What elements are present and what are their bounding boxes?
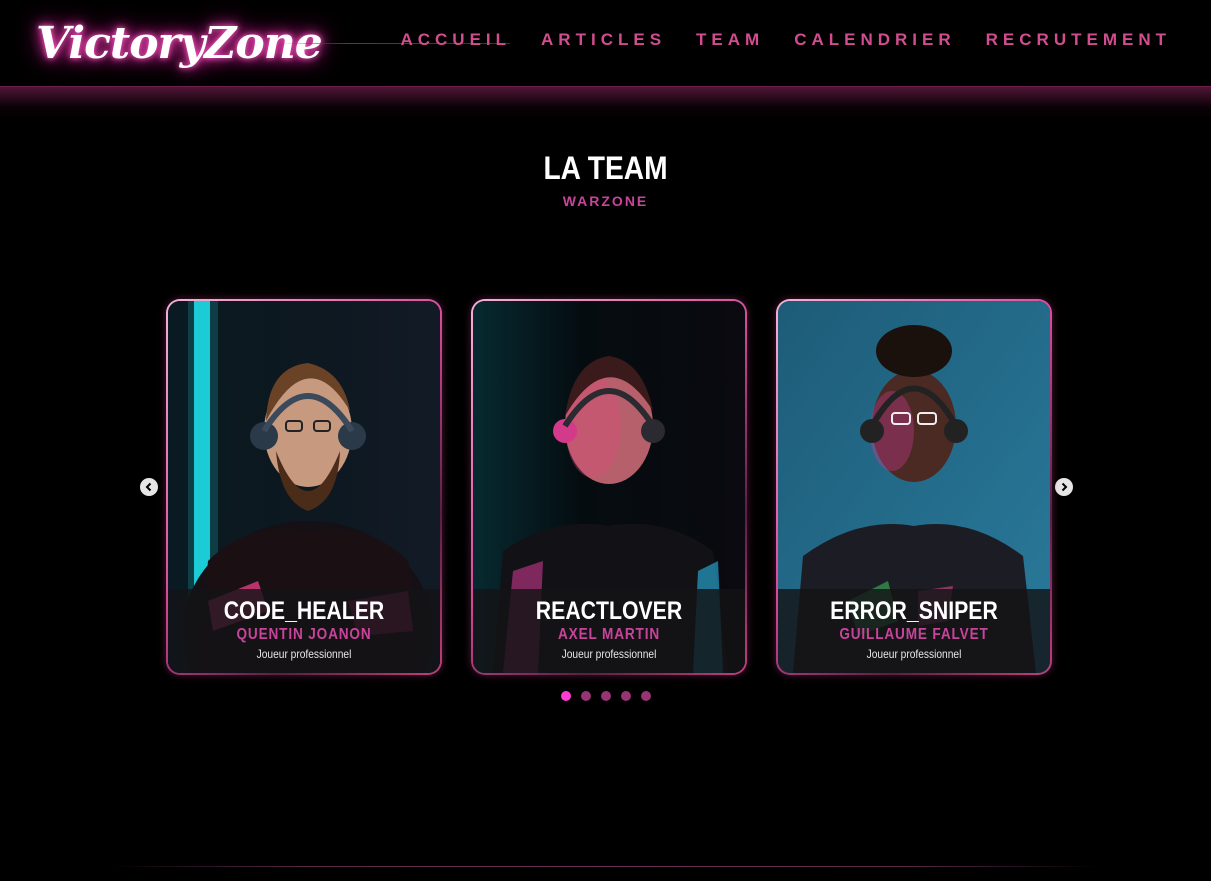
nav-item-calendrier[interactable]: CALENDRIER [794, 30, 955, 50]
pagination-dot[interactable] [560, 691, 571, 701]
player-role: Joueur professionnel [256, 647, 352, 661]
nav-item-recrutement[interactable]: RECRUTEMENT [986, 30, 1171, 50]
main-nav: ACCUEIL ARTICLES TEAM CALENDRIER RECRUTE… [400, 30, 1171, 50]
player-card[interactable]: REACTLOVER AXEL MARTIN Joueur profession… [471, 299, 747, 675]
header-glow [0, 86, 1211, 122]
chevron-left-icon [145, 482, 152, 492]
nav-item-accueil[interactable]: ACCUEIL [400, 30, 511, 50]
player-card[interactable]: CODE_HEALER QUENTIN JOANON Joueur profes… [166, 299, 442, 675]
chevron-right-icon [1061, 482, 1068, 492]
section-title: LA TEAM [543, 150, 668, 186]
player-pseudo: REACTLOVER [535, 597, 683, 625]
footer-divider [110, 866, 1100, 867]
section-subtitle: WARZONE [562, 193, 649, 209]
player-role: Joueur professionnel [866, 647, 962, 661]
logo-text: VictoryZone [36, 17, 323, 69]
nav-item-team[interactable]: TEAM [696, 30, 764, 50]
player-name: AXEL MARTIN [557, 626, 661, 643]
player-pseudo: ERROR_SNIPER [830, 597, 998, 625]
player-caption: ERROR_SNIPER GUILLAUME FALVET Joueur pro… [778, 589, 1050, 673]
player-caption: REACTLOVER AXEL MARTIN Joueur profession… [473, 589, 745, 673]
pagination-dot[interactable] [600, 691, 611, 701]
pagination-dot[interactable] [640, 691, 651, 701]
pagination-dot[interactable] [620, 691, 631, 701]
carousel-pagination [0, 691, 1211, 701]
player-name: GUILLAUME FALVET [839, 626, 989, 643]
player-name: QUENTIN JOANON [236, 626, 372, 643]
pagination-dot[interactable] [580, 691, 591, 701]
player-role: Joueur professionnel [561, 647, 657, 661]
player-pseudo: CODE_HEALER [223, 597, 385, 625]
player-caption: CODE_HEALER QUENTIN JOANON Joueur profes… [168, 589, 440, 673]
player-card[interactable]: ERROR_SNIPER GUILLAUME FALVET Joueur pro… [776, 299, 1052, 675]
site-logo[interactable]: VictoryZone [36, 12, 323, 74]
site-header: VictoryZone ACCUEIL ARTICLES TEAM CALEND… [0, 0, 1211, 87]
carousel-next-button[interactable] [1055, 478, 1073, 496]
carousel-prev-button[interactable] [140, 478, 158, 496]
nav-item-articles[interactable]: ARTICLES [541, 30, 666, 50]
